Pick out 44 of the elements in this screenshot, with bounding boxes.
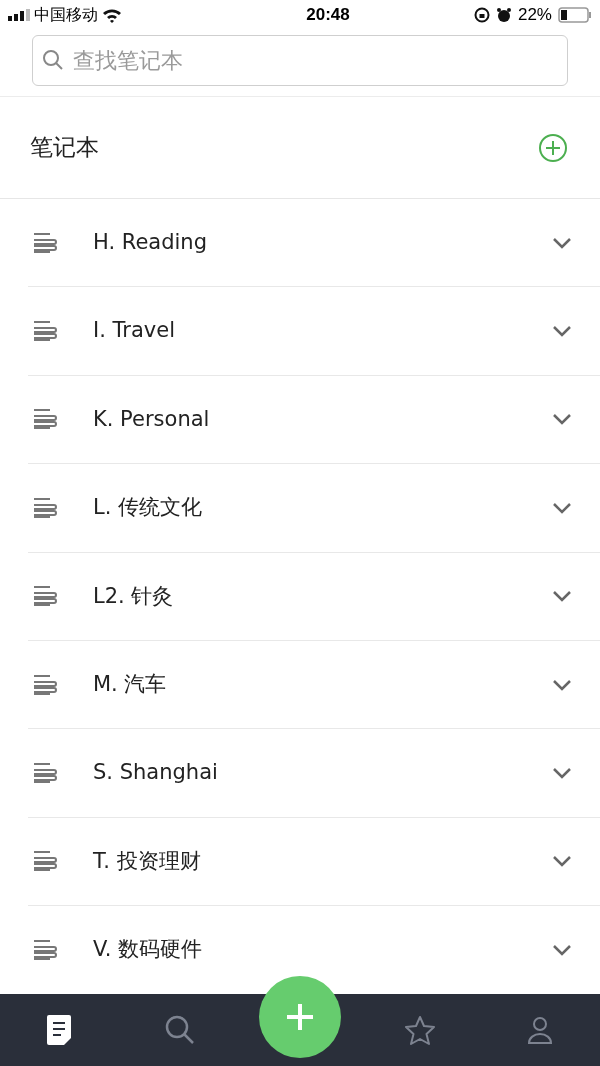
chevron-icon[interactable] xyxy=(552,501,572,514)
rotation-lock-icon xyxy=(473,7,490,23)
account-tab[interactable] xyxy=(525,1015,555,1045)
search-icon xyxy=(42,49,64,71)
notebook-stack-icon xyxy=(32,762,58,785)
chevron-icon[interactable] xyxy=(552,678,572,691)
notebook-stack-icon xyxy=(32,585,58,608)
notebook-name[interactable]: H. Reading xyxy=(93,226,552,259)
chevron-icon[interactable] xyxy=(552,943,572,956)
notebook-stack-icon xyxy=(32,231,58,254)
notebook-name[interactable]: K. Personal xyxy=(93,403,552,436)
chevron-icon[interactable] xyxy=(552,767,572,780)
signal-icon xyxy=(8,9,30,21)
notebook-name[interactable]: I. Travel xyxy=(93,315,552,347)
wifi-icon xyxy=(102,7,122,23)
notebook-stack-icon xyxy=(32,496,58,519)
notebook-stack-icon xyxy=(32,408,58,431)
notebook-name[interactable]: S. Shanghai xyxy=(93,757,552,789)
notebook-name[interactable]: V. 数码硬件 xyxy=(93,934,552,966)
plus-icon xyxy=(285,1002,315,1032)
notebook-name[interactable]: L2. 针灸 xyxy=(93,580,552,612)
chevron-icon[interactable] xyxy=(552,855,572,868)
search-tab[interactable] xyxy=(164,1014,196,1046)
favorites-tab[interactable] xyxy=(404,1015,436,1045)
clock-time: 20:48 xyxy=(306,4,350,27)
notebook-stack-icon xyxy=(32,850,58,873)
chevron-icon[interactable] xyxy=(552,325,572,338)
notebook-stack-icon xyxy=(32,938,58,961)
add-notebook-icon[interactable] xyxy=(538,132,568,163)
notebook-name[interactable]: L. 传统文化 xyxy=(93,492,552,524)
notebook-stack-icon xyxy=(32,673,58,696)
notebook-name[interactable]: T. 投资理财 xyxy=(93,845,552,878)
battery-percentage: 22% xyxy=(517,4,552,27)
section-title: 笔记本 xyxy=(30,133,99,163)
search-field[interactable]: 查找笔记本 xyxy=(32,35,568,86)
notes-tab[interactable] xyxy=(46,1014,74,1046)
alarm-icon xyxy=(495,7,512,23)
chevron-icon[interactable] xyxy=(552,236,572,249)
notebook-stack-icon xyxy=(32,320,58,343)
notebook-name[interactable]: M. 汽车 xyxy=(93,668,552,701)
chevron-icon[interactable] xyxy=(552,590,572,603)
carrier-name: 中国移动 xyxy=(34,4,98,26)
battery-icon xyxy=(558,7,592,23)
chevron-icon[interactable] xyxy=(552,413,572,426)
